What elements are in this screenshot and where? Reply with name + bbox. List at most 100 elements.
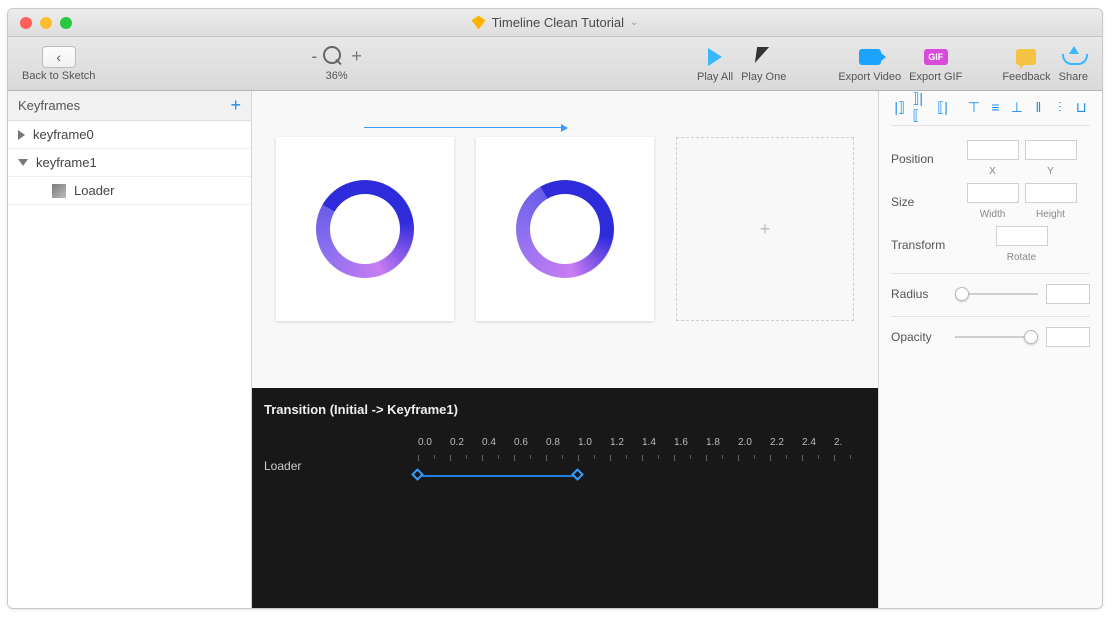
play-icon [708,48,722,66]
radius-row: Radius [891,284,1090,304]
divider [891,316,1090,317]
export-gif-label: Export GIF [909,71,962,83]
back-group: ‹ Back to Sketch [22,46,95,82]
opacity-slider[interactable] [955,330,1038,344]
add-artboard-button[interactable]: + [676,137,854,321]
play-one-label: Play One [741,71,786,83]
sidebar-header: Keyframes + [8,91,251,121]
window-title-group: Timeline Clean Tutorial ⌄ [472,15,639,30]
play-all-group[interactable]: Play All [697,45,733,83]
feedback-label: Feedback [1002,71,1050,83]
width-input[interactable] [967,183,1019,203]
back-button[interactable]: ‹ [42,46,76,68]
chat-icon [1016,49,1036,65]
sketch-file-icon [472,16,486,30]
export-gif-group[interactable]: GIF Export GIF [909,45,962,83]
chevron-down-icon[interactable]: ⌄ [630,17,638,28]
position-label: Position [891,152,947,166]
keyframe-marker-end[interactable] [571,468,584,481]
ruler-tick: 0.2 [450,437,482,455]
position-y-input[interactable] [1025,140,1077,160]
size-row: Size WidthHeight [891,183,1090,220]
divider [891,273,1090,274]
ruler-tick: 1.8 [706,437,738,455]
ruler-tick: 1.2 [610,437,642,455]
timeline-ruler-area[interactable]: 0.00.20.40.60.81.01.21.41.61.82.02.22.42… [418,437,866,493]
gif-icon: GIF [924,49,948,65]
opacity-input[interactable] [1046,327,1090,347]
export-video-group[interactable]: Export Video [838,45,901,83]
timeline-track[interactable] [418,469,866,493]
canvas-area: + Transition (Initial -> Keyframe1) Load… [252,91,878,608]
radius-label: Radius [891,287,947,301]
traffic-lights [8,17,72,29]
feedback-group[interactable]: Feedback [1002,45,1050,83]
app-window: Timeline Clean Tutorial ⌄ ‹ Back to Sket… [7,8,1103,609]
expand-icon[interactable] [18,130,25,140]
radius-input[interactable] [1046,284,1090,304]
transition-guide [364,127,564,128]
rotate-input[interactable] [996,226,1048,246]
artboards-row[interactable]: + [252,91,878,388]
align-center-h-icon[interactable]: ⟧|⟦ [912,99,929,115]
sidebar-child-label: Loader [74,183,114,198]
timeline-title: Transition (Initial -> Keyframe1) [264,402,866,417]
distribute-spacing-icon[interactable]: ⊔ [1073,99,1090,115]
align-right-icon[interactable]: ⟦| [934,99,951,115]
opacity-row: Opacity [891,327,1090,347]
ruler-tick: 1.6 [674,437,706,455]
back-label: Back to Sketch [22,70,95,82]
timeline-ruler: 0.00.20.40.60.81.01.21.41.61.82.02.22.42… [418,437,866,455]
opacity-thumb[interactable] [1024,330,1038,344]
maximize-window-button[interactable] [60,17,72,29]
sidebar-item-keyframe1[interactable]: keyframe1 [8,149,251,177]
sidebar-child-loader[interactable]: Loader [8,177,251,205]
radius-thumb[interactable] [955,287,969,301]
toolbar: ‹ Back to Sketch - + 36% Play All Play O… [8,37,1102,91]
position-x-input[interactable] [967,140,1019,160]
share-label: Share [1059,71,1088,83]
ruler-tick: 0.8 [546,437,578,455]
zoom-group: - + 36% [311,46,362,82]
zoom-in-button[interactable]: + [351,46,362,67]
timeline-track-name[interactable]: Loader [264,437,418,493]
ruler-tick: 1.0 [578,437,610,455]
artboard-initial[interactable] [276,137,454,321]
timeline-body: Loader 0.00.20.40.60.81.01.21.41.61.82.0… [264,437,866,493]
ruler-tick: 2.0 [738,437,770,455]
artboard-keyframe1[interactable] [476,137,654,321]
sidebar-item-keyframe0[interactable]: keyframe0 [8,121,251,149]
play-all-label: Play All [697,71,733,83]
align-middle-icon[interactable]: ≡ [987,99,1004,115]
minimize-window-button[interactable] [40,17,52,29]
sidebar-item-label: keyframe0 [33,127,94,142]
y-sublabel: Y [1025,166,1077,177]
zoom-out-button[interactable]: - [311,46,317,67]
distribute-v-icon[interactable]: ⫶ [1051,99,1068,115]
collapse-icon[interactable] [18,159,28,166]
play-one-group[interactable]: Play One [741,45,786,83]
ruler-tick: 2.4 [802,437,834,455]
align-top-icon[interactable]: ⊤ [965,99,982,115]
ruler-tick: 2. [834,437,866,455]
position-row: Position XY [891,140,1090,177]
magnifier-icon[interactable] [323,46,345,68]
layer-icon [52,184,66,198]
sidebar-item-label: keyframe1 [36,155,97,170]
align-bottom-icon[interactable]: ⊥ [1008,99,1025,115]
ruler-tick: 0.0 [418,437,450,455]
close-window-button[interactable] [20,17,32,29]
align-left-icon[interactable]: |⟧ [891,99,908,115]
cloud-upload-icon [1062,49,1084,65]
timeline-panel: Transition (Initial -> Keyframe1) Loader… [252,388,878,608]
share-group[interactable]: Share [1059,45,1088,83]
opacity-label: Opacity [891,330,947,344]
radius-slider[interactable] [955,287,1038,301]
ruler-tick: 2.2 [770,437,802,455]
add-keyframe-button[interactable]: + [230,95,241,116]
timeline-segment[interactable] [418,475,578,477]
zoom-percent: 36% [326,70,348,82]
sidebar-title: Keyframes [18,98,80,113]
distribute-h-icon[interactable]: ‖ [1030,99,1047,115]
height-input[interactable] [1025,183,1077,203]
